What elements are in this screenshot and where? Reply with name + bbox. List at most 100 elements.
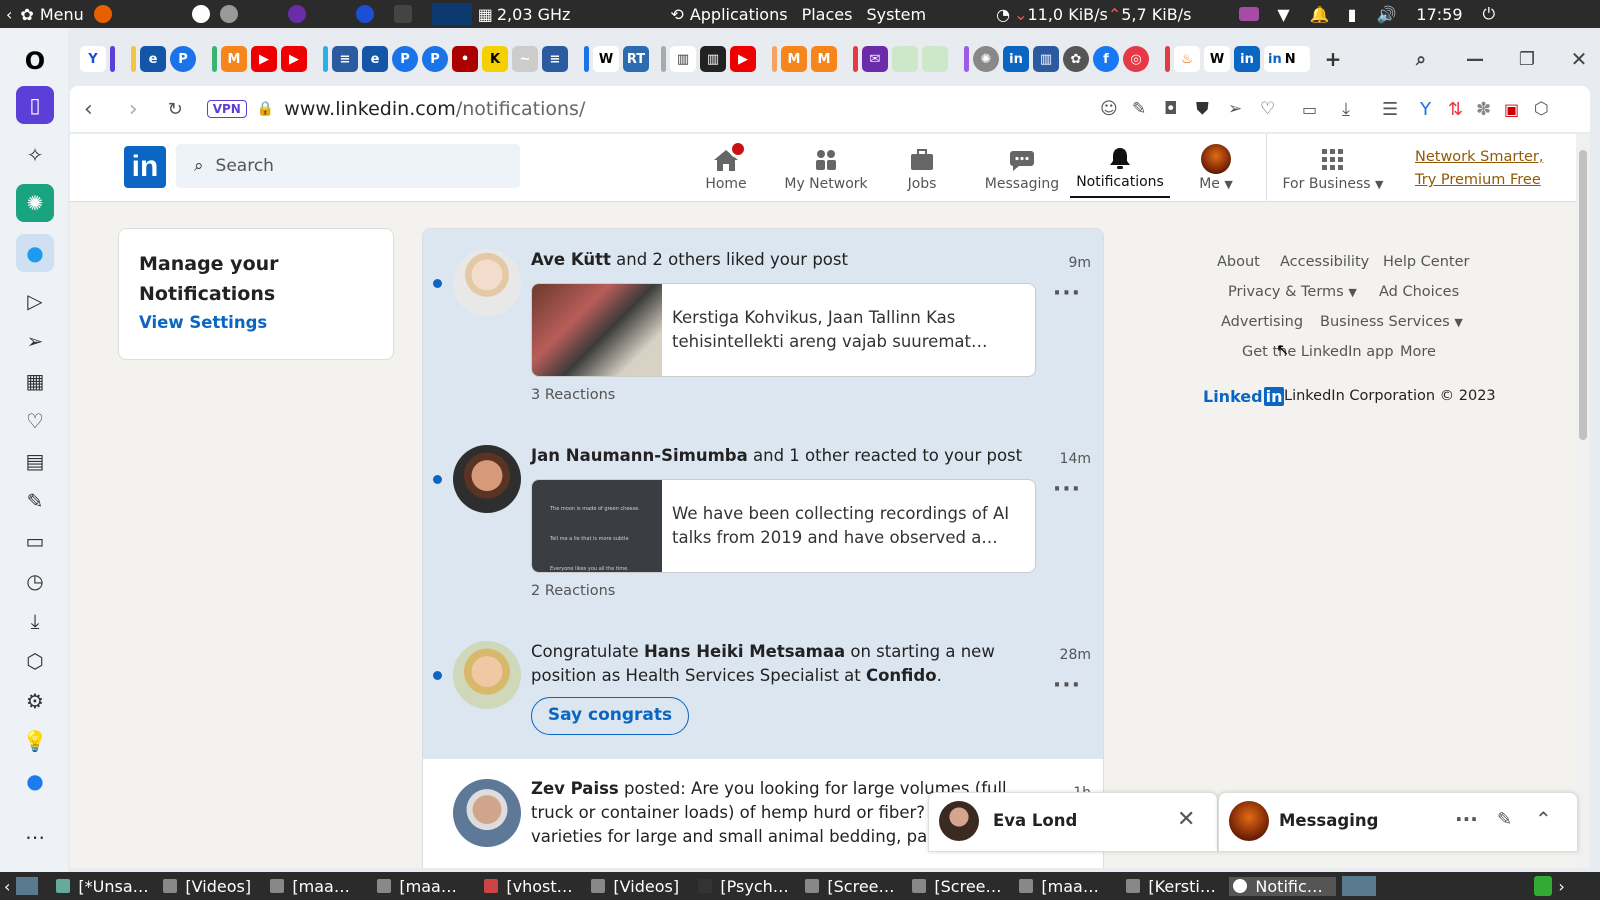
restore-icon[interactable]: ❐ — [1514, 46, 1540, 72]
avatar[interactable] — [453, 779, 521, 847]
extension-icon[interactable]: ▣ — [1504, 100, 1519, 119]
news-icon[interactable]: ▤ — [16, 442, 54, 480]
tab-favicon[interactable]: ♨ — [1174, 46, 1200, 72]
view-settings-link[interactable]: View Settings — [139, 313, 267, 332]
taskbar-item[interactable]: [Videos] — [159, 877, 266, 896]
nav-notifications[interactable]: Notifications — [1070, 138, 1170, 198]
wikipedia-icon[interactable]: W — [1204, 46, 1230, 72]
avatar[interactable] — [939, 801, 979, 841]
tab-favicon[interactable]: RT — [623, 46, 649, 72]
taskbar-item[interactable]: [Scree… — [908, 877, 1015, 896]
search-tabs-icon[interactable]: ⌕ — [1408, 46, 1434, 72]
actor-name[interactable]: Jan Naumann-Simumba — [531, 446, 748, 465]
menu-button[interactable]: ‹ ✿ Menu — [6, 5, 84, 24]
tab-favicon[interactable]: ▥ — [670, 46, 696, 72]
actor-name[interactable]: Hans Heiki Metsamaa — [644, 642, 845, 661]
send-icon[interactable]: ➢ — [16, 322, 54, 360]
my-flow-icon[interactable]: ▯ — [16, 86, 54, 124]
tab-favicon[interactable]: K — [482, 46, 508, 72]
post-preview[interactable]: The moon is made of green cheese. Tell m… — [531, 479, 1036, 573]
tab-favicon[interactable]: Y — [80, 46, 106, 72]
settings-icon[interactable] — [219, 5, 238, 23]
reload-icon[interactable]: ↻ — [168, 99, 183, 120]
tab-favicon[interactable] — [922, 46, 948, 72]
footer-business-services[interactable]: Business Services ▼ — [1320, 314, 1463, 330]
download-icon[interactable]: ⤓ — [1342, 99, 1350, 120]
tab-favicon[interactable]: P — [170, 46, 196, 72]
more-options-icon[interactable]: ··· — [1053, 673, 1081, 698]
tab-favicon[interactable]: M — [811, 46, 837, 72]
app-icon[interactable] — [191, 5, 210, 23]
avatar[interactable] — [453, 641, 521, 709]
wifi-strength-icon[interactable]: ▼ — [1277, 5, 1289, 24]
taskbar-item[interactable]: [Psych… — [694, 877, 801, 896]
ai-icon[interactable]: ✧ — [16, 136, 54, 174]
tab-favicon[interactable]: e — [362, 46, 388, 72]
clock[interactable]: 17:59 — [1416, 5, 1462, 24]
heart-icon[interactable]: ♡ — [1260, 99, 1275, 119]
tab-favicon[interactable]: M — [221, 46, 247, 72]
reactions-count[interactable]: 3 Reactions — [531, 387, 615, 403]
tips-icon[interactable]: 💡 — [16, 722, 54, 760]
footer-privacy-terms[interactable]: Privacy & Terms ▼ — [1228, 284, 1357, 300]
footer-advertising[interactable]: Advertising — [1221, 314, 1303, 330]
settings-icon[interactable]: ⚙ — [16, 682, 54, 720]
places-menu[interactable]: Places — [802, 5, 853, 24]
notification-text[interactable]: Congratulate Hans Heiki Metsamaa on star… — [531, 640, 1031, 688]
post-preview[interactable]: Kerstiga Kohvikus, Jaan Tallinn Kas tehi… — [531, 283, 1036, 377]
close-window-icon[interactable]: ✕ — [1566, 46, 1592, 72]
trash-icon[interactable] — [1534, 876, 1553, 896]
chevron-left-icon[interactable]: ‹ — [4, 877, 10, 896]
pinboard-icon[interactable]: ✎ — [16, 482, 54, 520]
chat-contact-name[interactable]: Eva Lond — [993, 811, 1077, 830]
extension-icon[interactable]: ✽ — [1476, 99, 1491, 120]
notification-bell-icon[interactable]: 🔔 — [1310, 5, 1330, 24]
tab-favicon[interactable]: e — [140, 46, 166, 72]
tab-favicon[interactable]: ▥ — [700, 46, 726, 72]
messaging-title[interactable]: Messaging — [1279, 811, 1378, 830]
notification-text[interactable]: Jan Naumann-Simumba and 1 other reacted … — [531, 444, 1031, 468]
tab-favicon[interactable]: ✺ — [973, 46, 999, 72]
forward-icon[interactable]: › — [129, 97, 138, 122]
footer-about[interactable]: About — [1217, 254, 1260, 270]
footer-ad-choices[interactable]: Ad Choices — [1379, 284, 1459, 300]
reactions-count[interactable]: 2 Reactions — [531, 583, 615, 599]
taskbar-item-active[interactable]: Notific… — [1229, 876, 1337, 896]
camera-icon[interactable]: ◘ — [1164, 99, 1177, 119]
say-congrats-button[interactable]: Say congrats — [531, 697, 689, 735]
notification-item[interactable]: Jan Naumann-Simumba and 1 other reacted … — [423, 425, 1103, 621]
nav-my-network[interactable]: My Network — [776, 138, 876, 198]
extension-icon[interactable]: ⇅ — [1448, 99, 1463, 120]
app-icon[interactable] — [287, 5, 306, 23]
easy-setup-icon[interactable]: ☰ — [1382, 99, 1398, 120]
extensions-icon[interactable]: ⬡ — [16, 642, 54, 680]
extension-icon[interactable]: Y — [1420, 99, 1431, 120]
tab-favicon[interactable]: P — [422, 46, 448, 72]
messaging-popup[interactable]: Messaging ··· ✎ ⌃ — [1218, 792, 1578, 852]
nav-for-business[interactable]: For Business ▼ — [1278, 138, 1388, 198]
battery-icon[interactable]: ▮ — [1348, 5, 1357, 24]
battery-saver-icon[interactable]: ▭ — [1302, 100, 1317, 119]
chevron-up-icon[interactable]: ⌃ — [1535, 807, 1552, 831]
avatar[interactable] — [453, 249, 521, 317]
url-field[interactable]: www.linkedin.com/notifications/ — [284, 98, 585, 120]
youtube-icon[interactable]: ▶ — [281, 46, 307, 72]
player-icon[interactable]: ▷ — [16, 282, 54, 320]
opera-icon[interactable] — [355, 5, 374, 23]
terminal-icon[interactable] — [393, 5, 412, 23]
workspace-switcher[interactable] — [1342, 876, 1377, 896]
downloads-icon[interactable]: ⤓ — [16, 602, 54, 640]
extensions-cube-icon[interactable]: ⬡ — [1534, 99, 1549, 119]
taskbar-item[interactable]: [vhost… — [480, 877, 587, 896]
linkedin-icon[interactable]: in — [1003, 46, 1029, 72]
avatar[interactable] — [453, 445, 521, 513]
footer-help-center[interactable]: Help Center — [1383, 254, 1469, 270]
tab-favicon[interactable]: ▥ — [1033, 46, 1059, 72]
more-icon[interactable]: ⋯ — [16, 818, 54, 856]
taskbar-item[interactable]: [maa… — [373, 877, 480, 896]
scrollbar[interactable] — [1576, 134, 1590, 868]
nav-jobs[interactable]: Jobs — [892, 138, 952, 198]
edit-icon[interactable]: ✎ — [1132, 99, 1146, 119]
taskbar-item[interactable]: [Videos] — [587, 877, 694, 896]
mail-icon[interactable]: ✉ — [862, 46, 888, 72]
